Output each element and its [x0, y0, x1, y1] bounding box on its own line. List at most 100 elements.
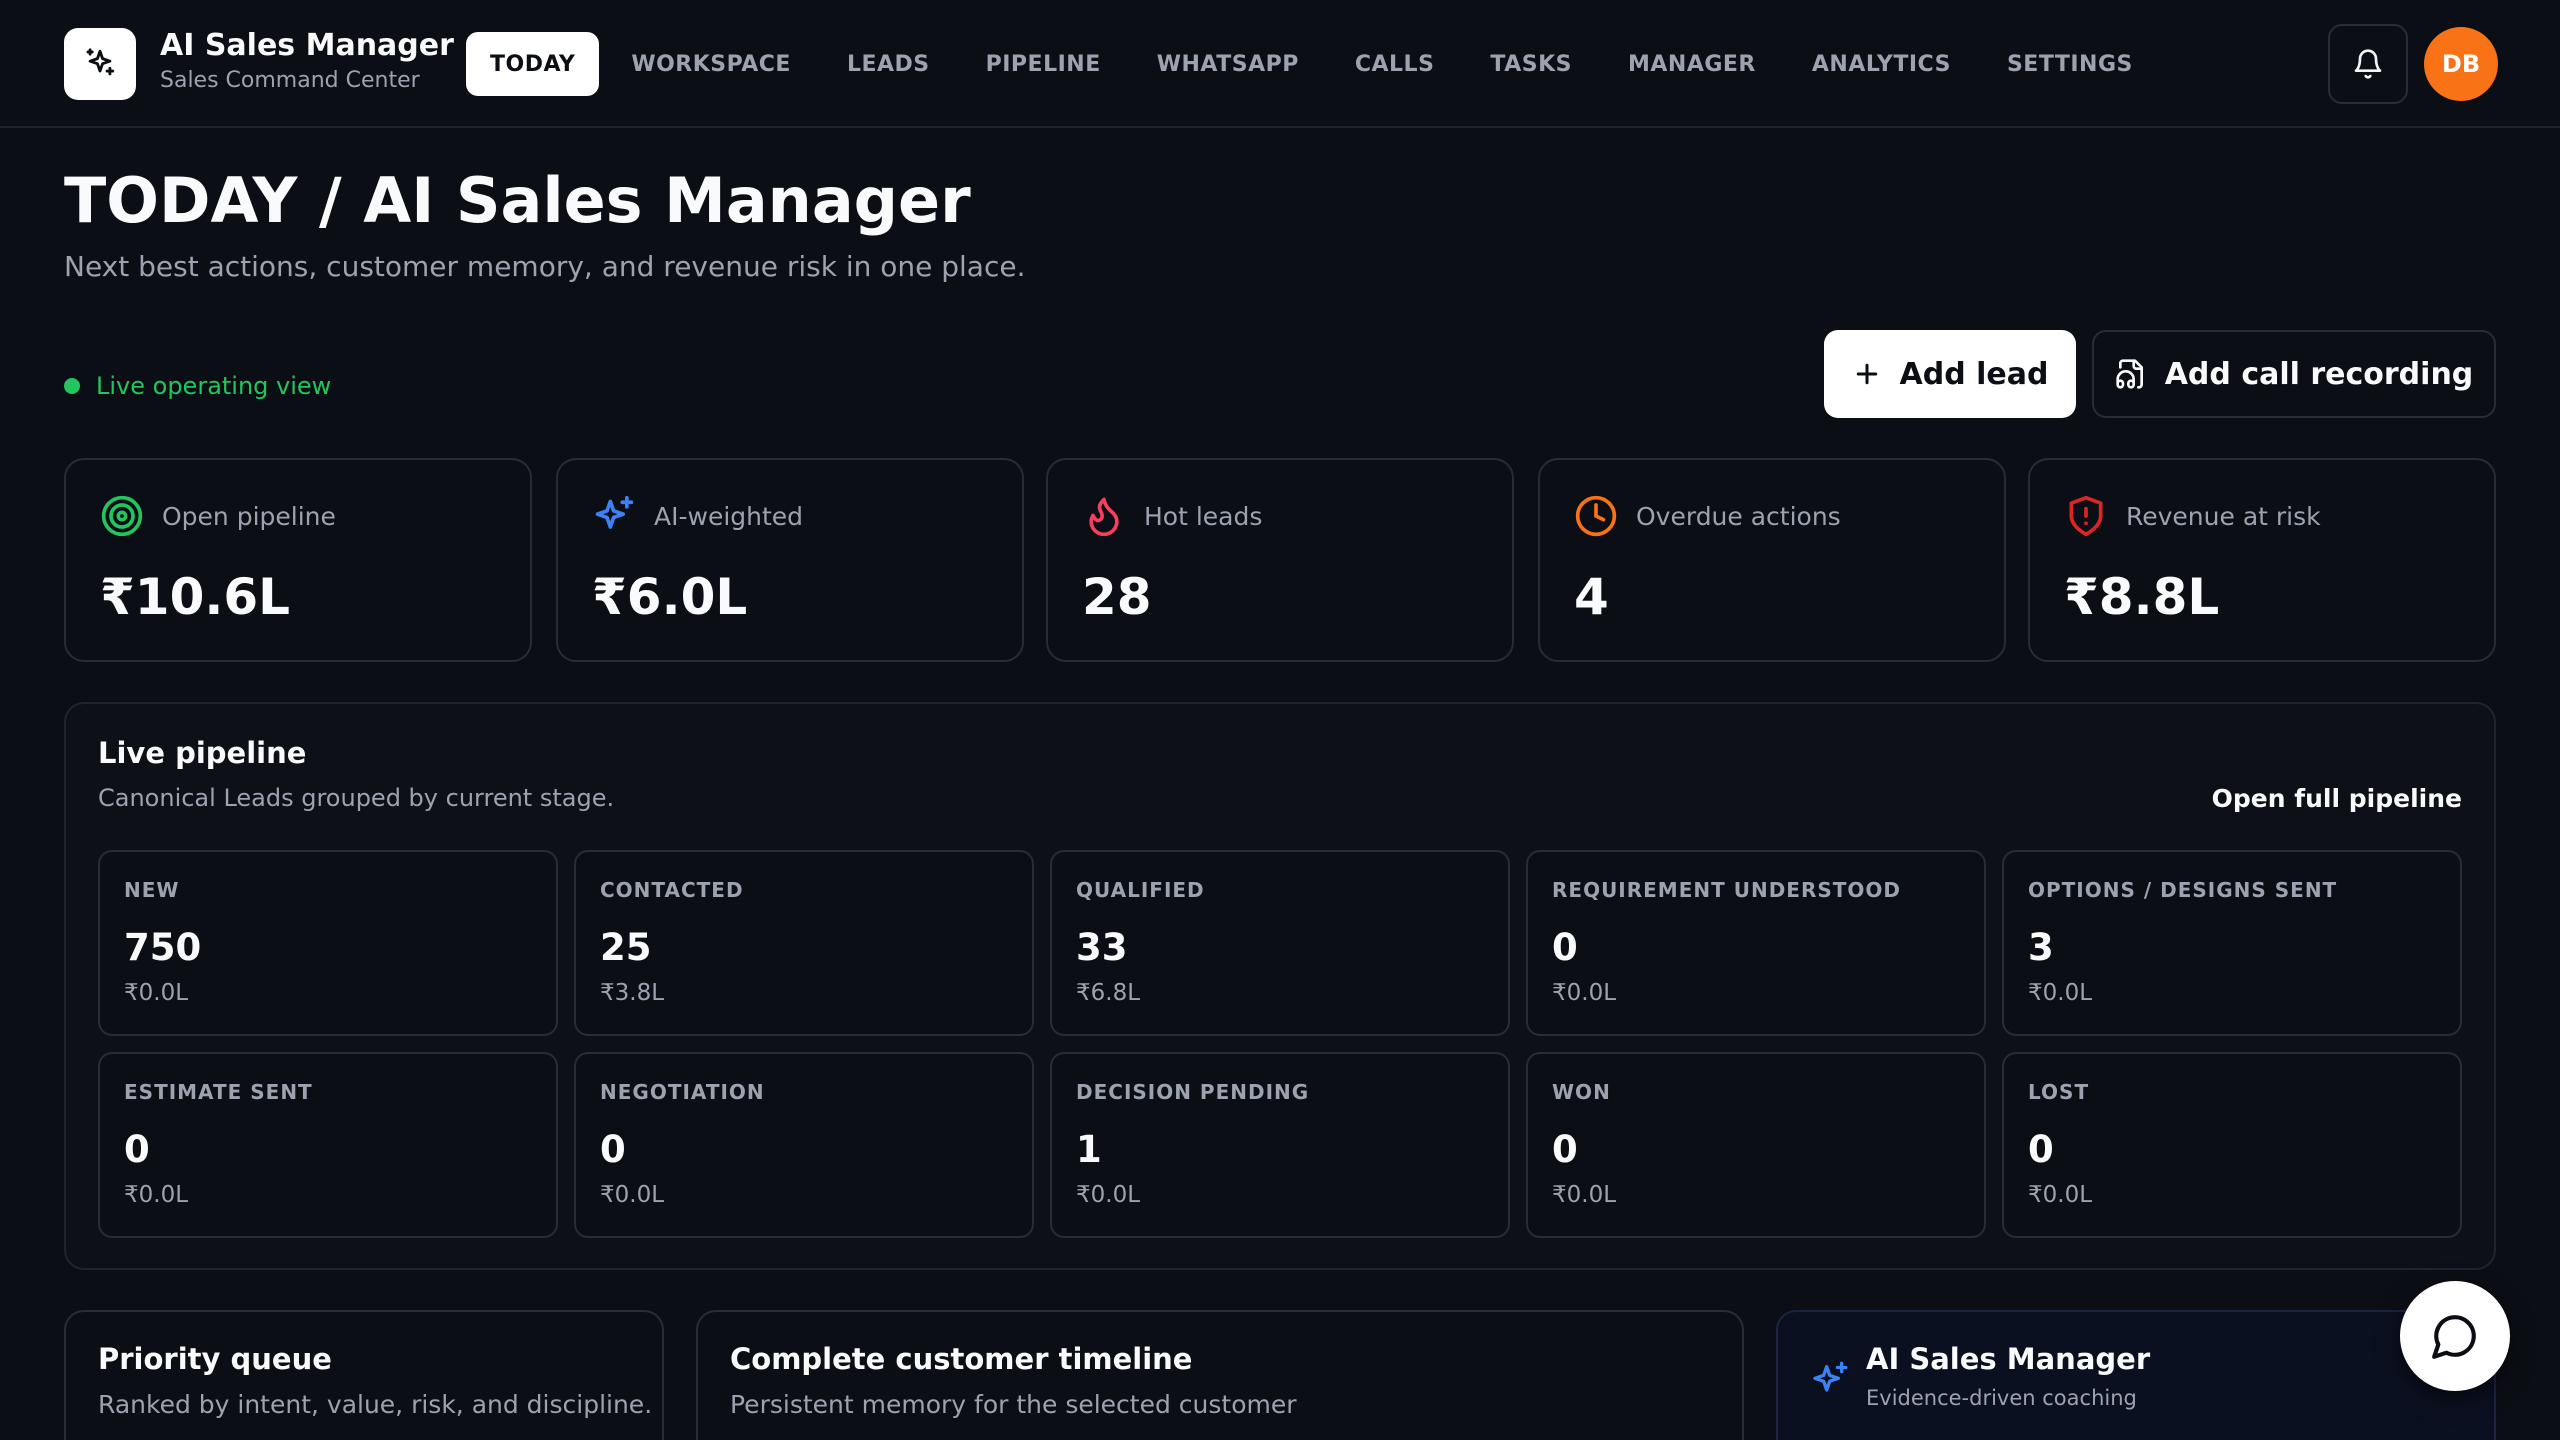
stage-card-qualified[interactable]: QUALIFIED 33 ₹6.8L — [1050, 850, 1510, 1036]
stage-name: REQUIREMENT UNDERSTOOD — [1552, 878, 1902, 902]
kpi-value: ₹8.8L — [2064, 568, 2220, 626]
stage-card-negotiation[interactable]: NEGOTIATION 0 ₹0.0L — [574, 1052, 1034, 1238]
plus-icon — [1852, 359, 1882, 389]
page-title: TODAY / AI Sales Manager — [64, 164, 971, 237]
stage-card-decision-pending[interactable]: DECISION PENDING 1 ₹0.0L — [1050, 1052, 1510, 1238]
stage-name: OPTIONS / DESIGNS SENT — [2028, 878, 2338, 902]
target-icon — [100, 494, 144, 538]
stage-amount: ₹6.8L — [1076, 980, 1141, 1006]
stage-name: LOST — [2028, 1080, 2090, 1104]
open-full-pipeline-link[interactable]: Open full pipeline — [2212, 784, 2462, 813]
chat-bubble-icon — [2432, 1315, 2476, 1359]
stage-amount: ₹0.0L — [1076, 1182, 1141, 1208]
add-lead-label: Add lead — [1899, 356, 2049, 392]
nav-tab-today[interactable]: TODAY — [466, 32, 600, 96]
stage-count: 0 — [124, 1128, 150, 1171]
kpi-label: Hot leads — [1144, 501, 1263, 531]
timeline-subtitle: Persistent memory for the selected custo… — [730, 1390, 1297, 1419]
flame-icon — [1082, 494, 1126, 538]
kpi-value: ₹6.0L — [592, 568, 748, 626]
add-call-recording-button[interactable]: Add call recording — [2092, 330, 2496, 418]
stage-name: ESTIMATE SENT — [124, 1080, 313, 1104]
nav-tab-analytics[interactable]: ANALYTICS — [1788, 32, 1975, 96]
ai-panel-subtitle: Evidence-driven coaching — [1866, 1386, 2137, 1410]
live-pipeline-panel: Live pipeline Canonical Leads grouped by… — [64, 702, 2496, 1270]
stage-count: 750 — [124, 926, 202, 969]
nav-tab-calls[interactable]: CALLS — [1331, 32, 1459, 96]
kpi-value: ₹10.6L — [100, 568, 291, 626]
stage-count: 3 — [2028, 926, 2054, 969]
kpi-value: 4 — [1574, 568, 1609, 626]
kpi-card-ai-weighted[interactable]: AI-weighted ₹6.0L — [556, 458, 1024, 662]
live-status-label: Live operating view — [96, 372, 332, 400]
kpi-label: Overdue actions — [1636, 501, 1841, 531]
nav-tab-pipeline[interactable]: PIPELINE — [962, 32, 1125, 96]
stage-card-requirement-understood[interactable]: REQUIREMENT UNDERSTOOD 0 ₹0.0L — [1526, 850, 1986, 1036]
page-subtitle: Next best actions, customer memory, and … — [64, 250, 1026, 283]
pipeline-subtitle: Canonical Leads grouped by current stage… — [98, 784, 615, 812]
top-nav-bar: AI Sales Manager Sales Command Center TO… — [0, 0, 2560, 128]
stage-name: DECISION PENDING — [1076, 1080, 1310, 1104]
kpi-card-revenue-at-risk[interactable]: Revenue at risk ₹8.8L — [2028, 458, 2496, 662]
nav-tab-manager[interactable]: MANAGER — [1604, 32, 1780, 96]
kpi-card-hot-leads[interactable]: Hot leads 28 — [1046, 458, 1514, 662]
stage-count: 0 — [1552, 926, 1578, 969]
add-lead-button[interactable]: Add lead — [1824, 330, 2076, 418]
kpi-label: AI-weighted — [654, 501, 804, 531]
live-status-dot — [64, 378, 80, 394]
stage-amount: ₹3.8L — [600, 980, 665, 1006]
stage-amount: ₹0.0L — [1552, 1182, 1617, 1208]
add-call-recording-label: Add call recording — [2164, 356, 2474, 392]
nav-tab-settings[interactable]: SETTINGS — [1983, 32, 2157, 96]
kpi-card-open-pipeline[interactable]: Open pipeline ₹10.6L — [64, 458, 532, 662]
clock-icon — [1574, 494, 1618, 538]
kpi-label: Revenue at risk — [2126, 501, 2321, 531]
customer-timeline-panel: Complete customer timeline Persistent me… — [696, 1310, 1744, 1440]
stage-name: QUALIFIED — [1076, 878, 1205, 902]
user-avatar[interactable]: DB — [2424, 27, 2498, 101]
stage-amount: ₹0.0L — [124, 1182, 189, 1208]
live-status: Live operating view — [64, 372, 331, 400]
kpi-card-overdue-actions[interactable]: Overdue actions 4 — [1538, 458, 2006, 662]
stage-amount: ₹0.0L — [2028, 1182, 2093, 1208]
stage-card-new[interactable]: NEW 750 ₹0.0L — [98, 850, 558, 1036]
priority-queue-subtitle: Ranked by intent, value, risk, and disci… — [98, 1390, 653, 1419]
stage-amount: ₹0.0L — [1552, 980, 1617, 1006]
priority-queue-panel: Priority queue Ranked by intent, value, … — [64, 1310, 664, 1440]
stage-card-lost[interactable]: LOST 0 ₹0.0L — [2002, 1052, 2462, 1238]
stage-card-options-designs-sent[interactable]: OPTIONS / DESIGNS SENT 3 ₹0.0L — [2002, 850, 2462, 1036]
stage-count: 1 — [1076, 1128, 1102, 1171]
main-nav: TODAY WORKSPACE LEADS PIPELINE WHATSAPP … — [466, 32, 2165, 96]
stage-card-estimate-sent[interactable]: ESTIMATE SENT 0 ₹0.0L — [98, 1052, 558, 1238]
stage-name: WON — [1552, 1080, 1611, 1104]
stage-count: 33 — [1076, 926, 1128, 969]
chat-button[interactable] — [2400, 1281, 2510, 1391]
app-title: AI Sales Manager — [160, 28, 454, 63]
sparkle-icon — [1810, 1360, 1850, 1404]
timeline-title: Complete customer timeline — [730, 1342, 1193, 1376]
stage-count: 25 — [600, 926, 652, 969]
notifications-button[interactable] — [2328, 24, 2408, 104]
stage-amount: ₹0.0L — [2028, 980, 2093, 1006]
kpi-value: 28 — [1082, 568, 1152, 626]
app-logo[interactable] — [64, 28, 136, 100]
stage-card-contacted[interactable]: CONTACTED 25 ₹3.8L — [574, 850, 1034, 1036]
nav-tab-whatsapp[interactable]: WHATSAPP — [1133, 32, 1323, 96]
stage-name: CONTACTED — [600, 878, 744, 902]
stage-card-won[interactable]: WON 0 ₹0.0L — [1526, 1052, 1986, 1238]
stage-count: 0 — [2028, 1128, 2054, 1171]
pipeline-title: Live pipeline — [98, 736, 307, 770]
ai-panel-title: AI Sales Manager — [1866, 1342, 2151, 1376]
sparkle-icon — [86, 48, 115, 76]
app-subtitle: Sales Command Center — [160, 68, 420, 93]
nav-tab-tasks[interactable]: TASKS — [1466, 32, 1596, 96]
sparkle-icon — [592, 494, 636, 538]
nav-tab-leads[interactable]: LEADS — [823, 32, 954, 96]
shield-alert-icon — [2064, 494, 2108, 538]
nav-tab-workspace[interactable]: WORKSPACE — [607, 32, 815, 96]
file-audio-icon — [2115, 358, 2147, 390]
priority-queue-title: Priority queue — [98, 1342, 332, 1376]
stage-name: NEGOTIATION — [600, 1080, 765, 1104]
stage-count: 0 — [600, 1128, 626, 1171]
stage-amount: ₹0.0L — [600, 1182, 665, 1208]
